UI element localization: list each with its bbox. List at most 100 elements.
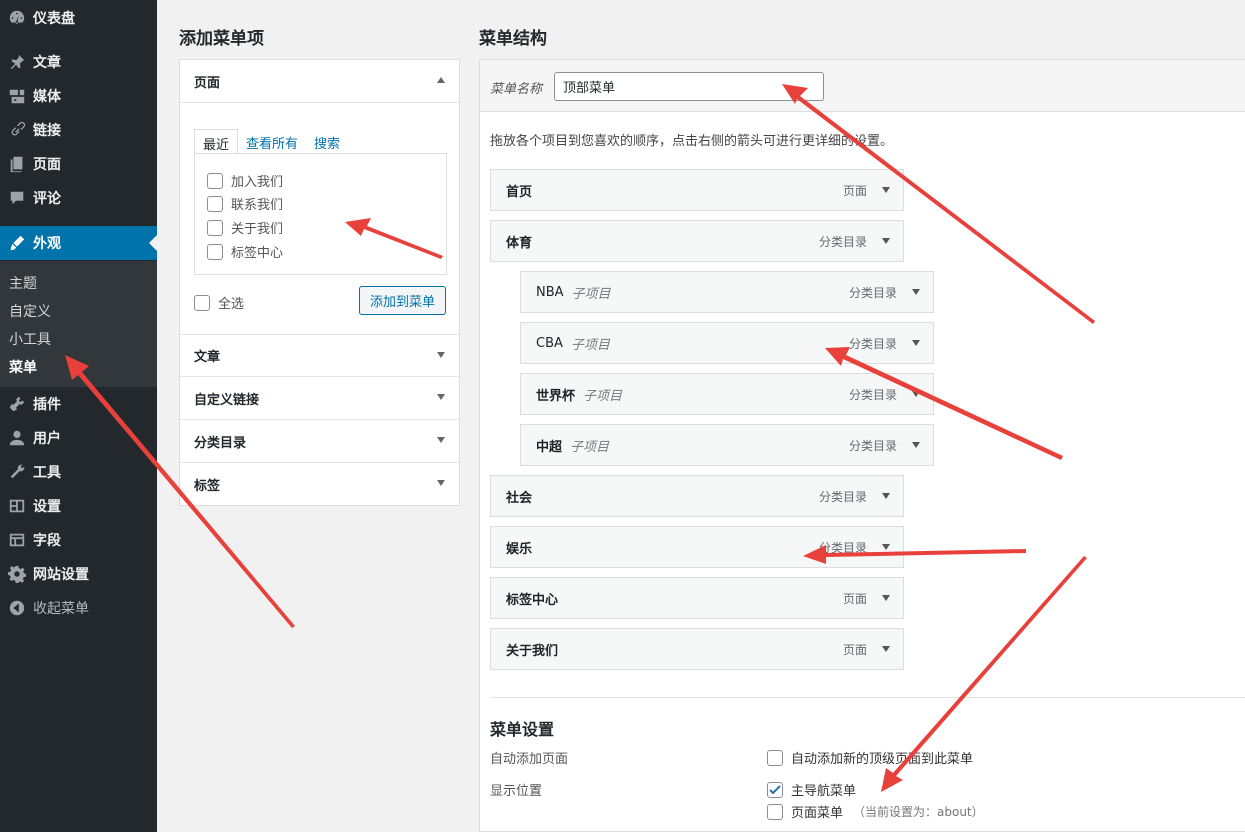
menu-item-title: 中超 (536, 439, 563, 455)
checkbox[interactable] (194, 294, 210, 311)
nav-plugins[interactable]: 插件 (0, 387, 157, 421)
menu-item[interactable]: 关于我们 页面 (490, 628, 904, 670)
menu-name-bar: 菜单名称 (480, 60, 1245, 112)
menu-name-label: 菜单名称 (490, 82, 543, 97)
nav-tools[interactable]: 工具 (0, 455, 157, 489)
menu-structure-heading: 菜单结构 (479, 29, 547, 49)
checkbox[interactable] (207, 195, 223, 212)
checkbox[interactable] (207, 219, 223, 236)
sub-item-tag: 子项目 (570, 337, 610, 353)
expand-arrow-icon[interactable] (882, 187, 890, 193)
menu-item-title: 娱乐 (506, 541, 533, 557)
menu-item-type: 分类目录 (848, 387, 897, 402)
recent-pages-list: 加入我们 联系我们 关于我们 标签中心 (194, 153, 447, 275)
submenu-widgets[interactable]: 小工具 (9, 329, 51, 349)
instructions-text: 拖放各个项目到您喜欢的顺序，点击右侧的箭头可进行更详细的设置。 (490, 134, 894, 149)
collapse-menu[interactable]: 收起菜单 (0, 591, 157, 625)
tab-search[interactable]: 搜索 (306, 129, 348, 154)
primary-nav-checkbox[interactable]: 主导航菜单 (767, 780, 856, 799)
menu-item[interactable]: 首页 页面 (490, 169, 904, 211)
nav-users[interactable]: 用户 (0, 421, 157, 455)
menu-item-child[interactable]: CBA 子项目 分类目录 (520, 322, 934, 364)
page-menu-checkbox[interactable]: 页面菜单 （当前设置为：about） (767, 802, 984, 821)
collapse-arrow-icon (437, 77, 445, 83)
section-categories-header[interactable]: 分类目录 (180, 420, 459, 463)
checkbox[interactable] (207, 172, 223, 189)
expand-arrow-icon[interactable] (882, 646, 890, 652)
nav-site-settings[interactable]: 网站设置 (0, 557, 157, 591)
nav-fields[interactable]: 字段 (0, 523, 157, 557)
page-option-label: 联系我们 (231, 198, 284, 213)
checkbox[interactable] (207, 243, 223, 260)
brush-icon (7, 233, 27, 253)
checkbox-checked[interactable] (767, 781, 783, 798)
page-option-label: 关于我们 (231, 222, 284, 237)
expand-arrow-icon[interactable] (882, 595, 890, 601)
expand-arrow-icon[interactable] (912, 340, 920, 346)
pin-icon (7, 52, 27, 72)
page-checkbox-row[interactable]: 联系我们 (207, 194, 283, 213)
nav-posts[interactable]: 文章 (0, 45, 157, 79)
section-tags-header[interactable]: 标签 (180, 463, 459, 506)
section-title: 标签 (194, 479, 221, 494)
nav-settings[interactable]: 设置 (0, 489, 157, 523)
appearance-submenu: 主题 自定义 小工具 菜单 (0, 261, 157, 387)
page-checkbox-row[interactable]: 关于我们 (207, 218, 283, 237)
nav-pages[interactable]: 页面 (0, 147, 157, 181)
expand-arrow-icon[interactable] (912, 391, 920, 397)
gear-icon (7, 564, 27, 584)
menu-item-type: 页面 (842, 642, 867, 657)
nav-label: 媒体 (33, 89, 61, 105)
menu-settings-title: 菜单设置 (490, 720, 555, 739)
section-pages-header[interactable]: 页面 (180, 60, 459, 103)
expand-arrow-icon[interactable] (882, 544, 890, 550)
nav-media[interactable]: 媒体 (0, 79, 157, 113)
menu-item-type: 分类目录 (818, 234, 867, 249)
menu-item[interactable]: 体育 分类目录 (490, 220, 904, 262)
nav-links[interactable]: 链接 (0, 113, 157, 147)
auto-add-label: 自动添加页面 (490, 752, 569, 767)
checkbox[interactable] (767, 749, 783, 766)
nav-label: 用户 (33, 431, 61, 447)
page-checkbox-row[interactable]: 标签中心 (207, 242, 283, 261)
nav-appearance[interactable]: 外观 (0, 226, 157, 260)
sub-item-tag: 子项目 (571, 286, 611, 302)
menu-item[interactable]: 社会 分类目录 (490, 475, 904, 517)
section-custom-links-header[interactable]: 自定义链接 (180, 377, 459, 420)
nav-label: 网站设置 (33, 567, 89, 583)
checkbox[interactable] (767, 803, 783, 820)
select-all-label: 全选 (218, 297, 245, 312)
expand-arrow-icon[interactable] (912, 289, 920, 295)
expand-arrow-icon[interactable] (882, 238, 890, 244)
expand-arrow-icon[interactable] (882, 493, 890, 499)
nav-comments[interactable]: 评论 (0, 181, 157, 215)
nav-label: 插件 (33, 397, 61, 413)
sub-item-tag: 子项目 (570, 439, 610, 455)
tab-view-all[interactable]: 查看所有 (238, 129, 306, 154)
menu-item-child[interactable]: 世界杯 子项目 分类目录 (520, 373, 934, 415)
section-posts-header[interactable]: 文章 (180, 334, 459, 377)
menu-structure-panel: 菜单名称 拖放各个项目到您喜欢的顺序，点击右侧的箭头可进行更详细的设置。 首页 … (479, 59, 1245, 832)
menu-item-type: 分类目录 (848, 438, 897, 453)
nav-dashboard[interactable]: 仪表盘 (0, 1, 157, 35)
page-checkbox-row[interactable]: 加入我们 (207, 171, 283, 190)
nav-label: 收起菜单 (33, 601, 89, 617)
menu-item[interactable]: 娱乐 分类目录 (490, 526, 904, 568)
menu-item-title: 社会 (506, 490, 533, 506)
menu-item-child[interactable]: 中超 子项目 分类目录 (520, 424, 934, 466)
expand-arrow-icon[interactable] (912, 442, 920, 448)
submenu-customize[interactable]: 自定义 (9, 301, 51, 321)
add-to-menu-button[interactable]: 添加到菜单 (359, 286, 446, 315)
auto-add-option-label: 自动添加新的顶级页面到此菜单 (791, 752, 974, 767)
menu-item-child[interactable]: NBA 子项目 分类目录 (520, 271, 934, 313)
menu-item[interactable]: 标签中心 页面 (490, 577, 904, 619)
select-all-checkbox[interactable]: 全选 (194, 293, 244, 312)
submenu-themes[interactable]: 主题 (9, 273, 37, 293)
menu-name-input[interactable] (554, 72, 824, 101)
tab-recent[interactable]: 最近 (194, 129, 239, 154)
menu-item-title: 首页 (506, 184, 533, 200)
menu-item-title: 体育 (506, 235, 533, 251)
auto-add-checkbox[interactable]: 自动添加新的顶级页面到此菜单 (767, 748, 973, 767)
submenu-menus[interactable]: 菜单 (9, 357, 37, 377)
nav-label: 评论 (33, 191, 61, 207)
